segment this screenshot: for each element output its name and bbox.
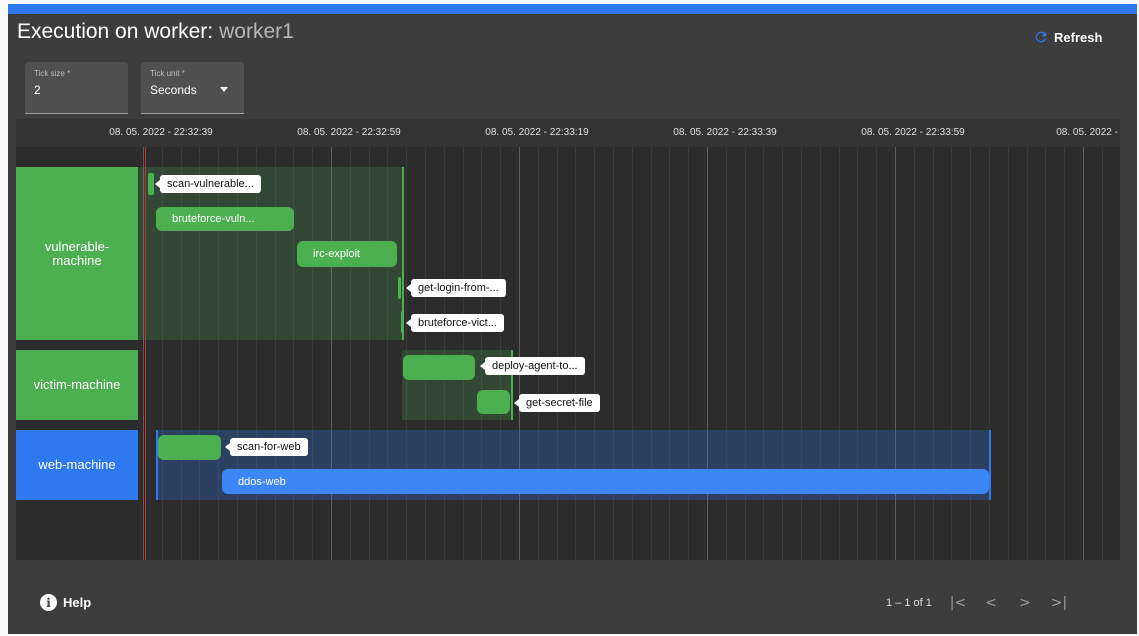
title-prefix: Execution on worker: <box>17 20 214 43</box>
worker-name: worker1 <box>219 20 294 43</box>
task-label[interactable]: get-login-from-... <box>406 279 506 297</box>
row-vulnerable-machine[interactable]: vulnerable-machine <box>16 167 138 340</box>
tick-label: 08. 05. 2022 - 22:33:59 <box>861 127 965 138</box>
task-label[interactable]: deploy-agent-to... <box>480 357 585 375</box>
tick-unit-label: Tick unit * <box>150 69 185 78</box>
tick-label: 08. 05. 2022 - 22:33:19 <box>485 127 589 138</box>
refresh-label: Refresh <box>1054 29 1103 45</box>
task-bar[interactable]: ddos-web <box>222 469 989 494</box>
gridline <box>1045 147 1046 560</box>
task-bar[interactable] <box>403 355 475 380</box>
gridline <box>1064 147 1065 560</box>
task-bar[interactable] <box>401 311 404 333</box>
task-bar[interactable]: bruteforce-vuln... <box>156 207 294 231</box>
tick-unit-value[interactable]: Seconds <box>150 83 197 97</box>
task-label[interactable]: scan-for-web <box>225 438 308 456</box>
gridline <box>1102 147 1103 560</box>
refresh-button[interactable]: Refresh <box>1033 29 1102 45</box>
tick-label: 08. 05. 2022 - 22:34 <box>1056 127 1120 138</box>
task-label[interactable]: get-secret-file <box>514 394 600 412</box>
row-victim-machine[interactable]: victim-machine <box>16 350 138 420</box>
timeline-chart: 08. 05. 2022 - 22:32:39 08. 05. 2022 - 2… <box>16 119 1120 560</box>
tick-label: 08. 05. 2022 - 22:32:39 <box>109 127 213 138</box>
top-accent-bar <box>8 4 1137 14</box>
chevron-right-icon[interactable]: > <box>1014 592 1036 614</box>
gridline <box>1008 147 1009 560</box>
tick-size-field[interactable]: Tick size * 2 <box>25 62 128 114</box>
row-label: victim-machine <box>33 377 121 392</box>
info-icon: i <box>40 594 57 611</box>
current-time-marker <box>145 147 146 560</box>
timeline-header: 08. 05. 2022 - 22:32:39 08. 05. 2022 - 2… <box>16 119 1120 147</box>
gridline <box>1027 147 1028 560</box>
tick-label: 08. 05. 2022 - 22:33:39 <box>673 127 777 138</box>
row-web-machine[interactable]: web-machine <box>16 430 138 500</box>
task-bar[interactable] <box>148 173 154 195</box>
task-bar[interactable] <box>477 390 510 414</box>
dropdown-arrow-icon[interactable] <box>220 87 228 92</box>
tick-size-input[interactable]: 2 <box>34 83 41 97</box>
task-label[interactable]: scan-vulnerable... <box>155 175 261 193</box>
gridline <box>1083 147 1084 560</box>
row-label: vulnerable-machine <box>44 238 110 268</box>
last-page-icon[interactable]: >| <box>1048 592 1070 614</box>
task-bar[interactable] <box>158 435 221 460</box>
refresh-icon <box>1033 29 1049 45</box>
page-title: Execution on worker: worker1 <box>17 20 294 44</box>
tick-unit-select[interactable]: Tick unit * Seconds <box>141 62 244 114</box>
pagination-range: 1 – 1 of 1 <box>886 597 932 609</box>
first-page-icon[interactable]: |< <box>947 592 969 614</box>
app-root: Execution on worker: worker1 Refresh Tick… <box>0 0 1139 636</box>
chevron-left-icon[interactable]: < <box>980 592 1002 614</box>
task-bar[interactable] <box>398 277 401 299</box>
tick-size-label: Tick size * <box>34 69 71 78</box>
help-label: Help <box>63 595 92 610</box>
help-button[interactable]: i Help <box>40 594 91 611</box>
task-label[interactable]: bruteforce-vict... <box>406 314 504 332</box>
tick-label: 08. 05. 2022 - 22:32:59 <box>297 127 401 138</box>
row-label: web-machine <box>38 457 116 472</box>
task-bar[interactable]: irc-exploit <box>297 241 397 267</box>
